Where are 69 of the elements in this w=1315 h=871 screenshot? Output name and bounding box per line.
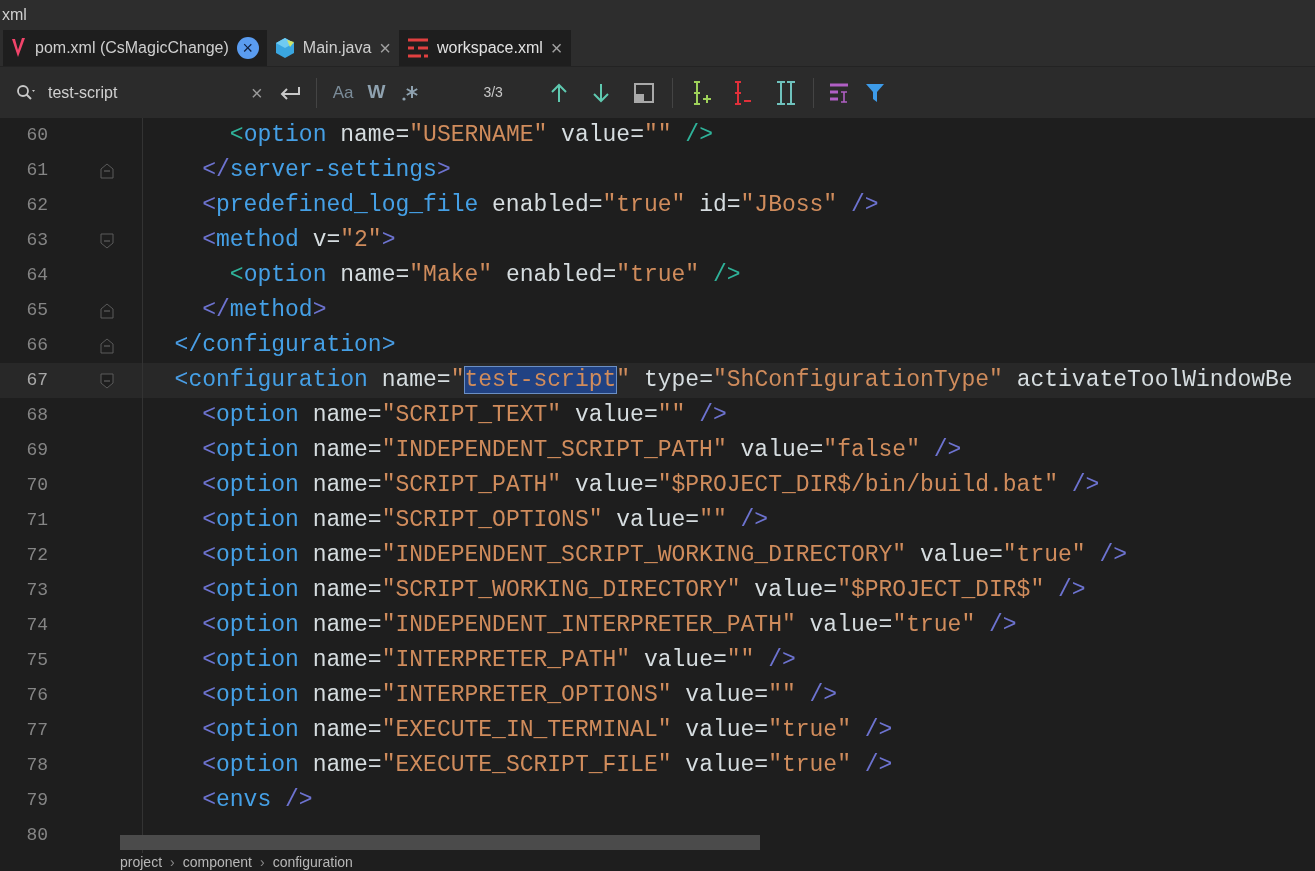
editor-tab[interactable]: pom.xml (CsMagicChange) × [3, 30, 267, 66]
line-number: 79 [25, 789, 48, 812]
previous-match-icon[interactable] [549, 82, 568, 103]
line-number: 61 [25, 159, 48, 182]
code-line: <option name="EXECUTE_SCRIPT_FILE" value="true" /> [201, 751, 893, 781]
line-number: 73 [25, 579, 48, 602]
search-field[interactable]: test-script [48, 80, 248, 105]
code-line: <envs /> [201, 786, 313, 816]
editor-tab[interactable]: workspace.xml × [399, 30, 571, 66]
code-line: <option name="INTERPRETER_OPTIONS" value="" /> [201, 681, 838, 711]
close-icon[interactable]: × [236, 37, 259, 59]
code-line: <option name="Make" enabled="true" /> [228, 261, 741, 291]
close-icon[interactable]: × [550, 38, 563, 58]
code-line: <option name="EXECUTE_IN_TERMINAL" value="true" /> [201, 716, 893, 746]
code-line: </server-settings> [201, 156, 451, 186]
code-line: <option name="USERNAME" value="" /> [228, 121, 713, 151]
line-number: 71 [25, 509, 48, 532]
v-logo-icon [11, 37, 27, 59]
line-number: 72 [25, 544, 48, 567]
line-number: 63 [25, 229, 48, 252]
code-line: <option name="SCRIPT_TEXT" value="" /> [201, 401, 727, 431]
code-line: <method v="2"> [201, 226, 396, 256]
breadcrumb[interactable]: project [120, 851, 163, 871]
code-line: <option name="INTERPRETER_PATH" value="" /> [201, 646, 796, 676]
next-match-icon[interactable] [591, 82, 610, 103]
match-case-toggle[interactable]: Aa [332, 79, 354, 106]
code-line: </method> [201, 296, 327, 326]
filter-icon[interactable] [865, 82, 884, 103]
code-line: <option name="SCRIPT_WORKING_DIRECTORY" value="$PROJECT_DIR$" /> [201, 576, 1086, 606]
horizontal-scrollbar[interactable] [120, 835, 760, 850]
chevron-icon: › [260, 851, 265, 871]
chevron-icon: › [170, 851, 175, 871]
code-line: <predefined_log_file enabled="true" id="JBoss" /> [201, 191, 879, 221]
select-all-carets-icon[interactable] [774, 80, 797, 105]
line-number: 67 [25, 369, 48, 392]
line-number: 64 [25, 264, 48, 287]
search-icon[interactable] [16, 83, 38, 102]
line-number: 68 [25, 404, 48, 427]
breadcrumb[interactable]: configuration [272, 851, 353, 871]
line-number: 65 [25, 299, 48, 322]
regex-icon[interactable] [401, 83, 420, 102]
lines-icon [407, 38, 429, 58]
enter-icon[interactable] [278, 85, 301, 100]
line-number: 77 [25, 719, 48, 742]
code-line: <option name="INDEPENDENT_INTERPRETER_PATH" value="true" /> [201, 611, 1017, 641]
cube-icon [274, 37, 295, 59]
close-icon[interactable]: × [379, 38, 391, 58]
match-count: 3/3 [483, 83, 503, 102]
line-number: 78 [25, 754, 48, 777]
line-number: 75 [25, 649, 48, 672]
line-number: 76 [25, 684, 48, 707]
code-line: <option name="SCRIPT_OPTIONS" value="" /> [201, 506, 769, 536]
words-toggle[interactable]: W [367, 78, 386, 107]
breadcrumb[interactable]: component [182, 851, 252, 871]
window-title: xml [2, 5, 27, 25]
selection-icon[interactable] [633, 82, 654, 103]
clear-icon[interactable]: × [251, 82, 263, 103]
line-number: 66 [25, 334, 48, 357]
line-number: 80 [25, 824, 48, 847]
line-number: 70 [25, 474, 48, 497]
line-number: 74 [25, 614, 48, 637]
code-line: </configuration> [173, 331, 396, 361]
code-line: <option name="INDEPENDENT_SCRIPT_PATH" value="false" /> [201, 436, 962, 466]
line-number: 60 [25, 124, 48, 147]
code-line: <configuration name="test-script" type="ShConfigurationType" activateToolWindowBe [173, 366, 1293, 396]
line-number: 69 [25, 439, 48, 462]
line-number: 62 [25, 194, 48, 217]
code-line: <option name="SCRIPT_PATH" value="$PROJECT_DIR$/bin/build.bat" /> [201, 471, 1100, 501]
code-line: <option name="INDEPENDENT_SCRIPT_WORKING_DIRECTORY" value="true" /> [201, 541, 1128, 571]
